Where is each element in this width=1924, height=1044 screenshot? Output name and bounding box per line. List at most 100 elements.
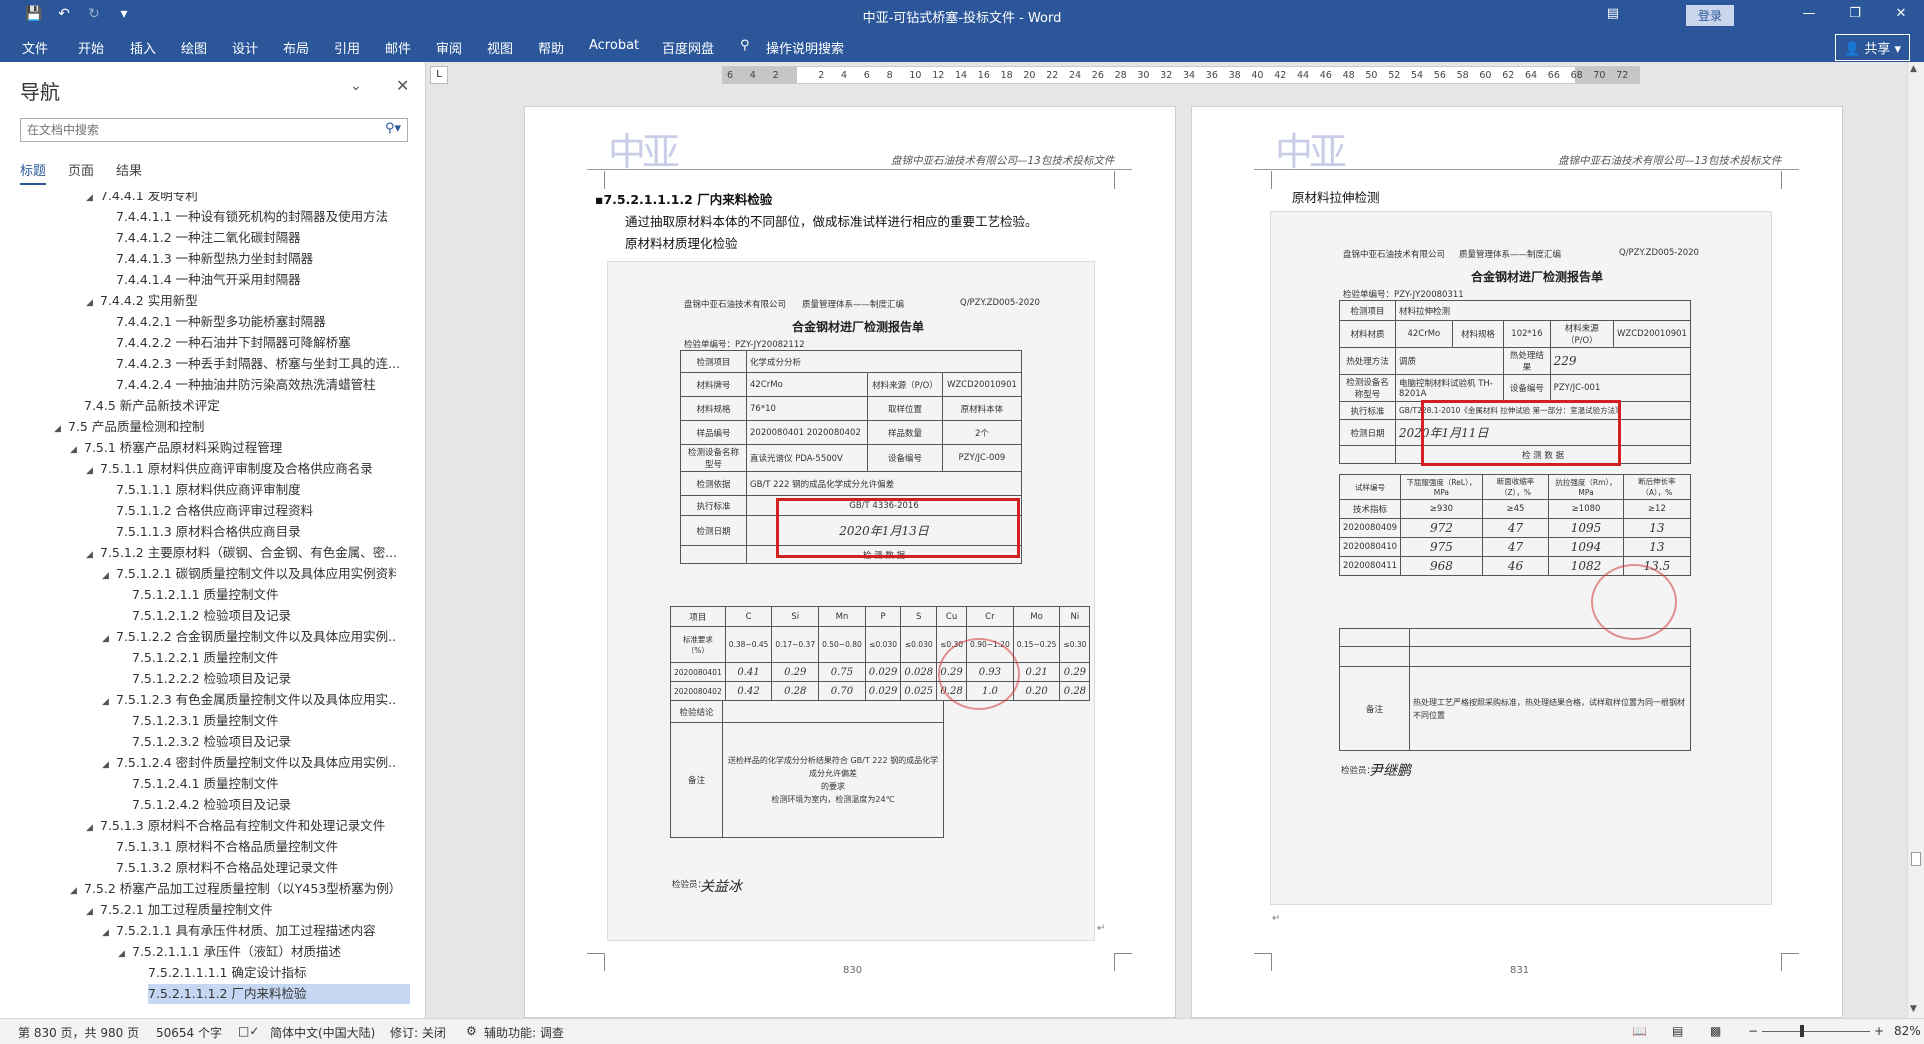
nav-heading-item[interactable]: 7.5.1.2.4.1 质量控制文件 <box>132 774 410 794</box>
body-paragraph[interactable]: 通过抽取原材料本体的不同部位，做成标准试样进行相应的重要工艺检验。 <box>625 211 1038 230</box>
language[interactable]: 简体中文(中国大陆) <box>270 1024 375 1041</box>
nav-heading-item[interactable]: 7.5.1.2.1.2 检验项目及记录 <box>132 606 410 626</box>
chemical-analysis-report-scan[interactable]: 盘锦中亚石油技术有限公司 质量管理体系——制度汇编 Q/PZY.ZD005-20… <box>607 261 1095 941</box>
zoom-out-button[interactable]: − <box>1748 1024 1758 1038</box>
tab-references[interactable]: 引用 <box>334 38 360 57</box>
expand-arrow-icon[interactable]: ◢ <box>102 923 116 941</box>
close-icon[interactable]: ✕ <box>1878 0 1924 30</box>
word-count[interactable]: 50654 个字 <box>156 1024 222 1041</box>
nav-heading-item[interactable]: 7.5.1.2.4.2 检验项目及记录 <box>132 795 410 815</box>
nav-heading-item[interactable]: ◢ 7.5.1.1 原材料供应商评审制度及合格供应商名录 <box>86 459 396 479</box>
nav-heading-item[interactable]: ◢ 7.5.1.2.4 密封件质量控制文件以及具体应用实例... <box>102 753 396 773</box>
expand-arrow-icon[interactable]: ◢ <box>86 545 100 563</box>
nav-heading-item[interactable]: ◢ 7.5.2.1.1.1 承压件（液缸）材质描述 <box>118 942 396 962</box>
print-layout-icon[interactable]: ▤ <box>1672 1024 1683 1038</box>
nav-heading-item[interactable]: 7.5.1.3.1 原材料不合格品质量控制文件 <box>116 837 410 857</box>
scroll-down-icon[interactable]: ▼ <box>1910 1004 1917 1014</box>
expand-arrow-icon[interactable]: ◢ <box>102 566 116 584</box>
nav-heading-item[interactable]: 7.4.4.2.3 一种丢手封隔器、桥塞与坐封工具的连... <box>116 354 410 374</box>
ribbon-display-icon[interactable]: ▤ <box>1607 6 1619 21</box>
nav-heading-item[interactable]: ◢ 7.5.2.1.1 具有承压件材质、加工过程描述内容 <box>102 921 396 941</box>
nav-heading-item[interactable]: 7.5.1.3.2 原材料不合格品处理记录文件 <box>116 858 410 878</box>
track-changes-status[interactable]: 修订: 关闭 <box>390 1024 446 1041</box>
accessibility-status[interactable]: 辅助功能: 调查 <box>484 1024 564 1041</box>
expand-arrow-icon[interactable]: ◢ <box>102 755 116 773</box>
nav-heading-item[interactable]: 7.4.5 新产品新技术评定 <box>84 396 410 416</box>
tab-file[interactable]: 文件 <box>22 38 48 57</box>
nav-heading-item[interactable]: ◢ 7.5.2 桥塞产品加工过程质量控制（以Y453型桥塞为例） <box>70 879 396 899</box>
tab-mailings[interactable]: 邮件 <box>385 38 411 57</box>
expand-arrow-icon[interactable]: ◢ <box>118 944 132 962</box>
body-paragraph[interactable]: 原材料材质理化检验 <box>625 233 738 252</box>
tab-view[interactable]: 视图 <box>487 38 513 57</box>
nav-heading-item[interactable]: ◢ 7.4.4.1 发明专利 <box>86 192 396 206</box>
zoom-slider[interactable] <box>1762 1031 1870 1032</box>
expand-arrow-icon[interactable]: ◢ <box>102 629 116 647</box>
tab-headings[interactable]: 标题 <box>20 160 47 185</box>
nav-heading-item[interactable]: 7.5.2.1.1.1.1 确定设计指标 <box>148 963 410 983</box>
search-input[interactable] <box>21 119 361 141</box>
nav-heading-item[interactable]: 7.4.4.2.2 一种石油井下封隔器可降解桥塞 <box>116 333 410 353</box>
nav-heading-item[interactable]: 7.4.4.1.2 一种注二氧化碳封隔器 <box>116 228 410 248</box>
nav-heading-item[interactable]: ◢ 7.5.1.2.3 有色金属质量控制文件以及具体应用实... <box>102 690 396 710</box>
nav-heading-item[interactable]: 7.5.1.1.3 原材料合格供应商目录 <box>116 522 410 542</box>
nav-heading-item[interactable]: 7.5.1.2.1.1 质量控制文件 <box>132 585 410 605</box>
proofing-icon[interactable]: □✓ <box>238 1024 259 1038</box>
expand-arrow-icon[interactable]: ◢ <box>54 419 68 437</box>
tab-selector[interactable]: L <box>430 66 448 84</box>
nav-heading-item[interactable]: ◢ 7.5.1.2.1 碳钢质量控制文件以及具体应用实例资料 <box>102 564 396 584</box>
tab-design[interactable]: 设计 <box>232 38 258 57</box>
expand-arrow-icon[interactable]: ◢ <box>102 692 116 710</box>
tab-home[interactable]: 开始 <box>78 38 104 57</box>
horizontal-ruler[interactable]: 6 4 2 2 4 6 8 10 12 14 16 18 20 22 24 26 28 30 32 34 36 38 40 4… <box>722 66 1640 84</box>
tab-insert[interactable]: 插入 <box>130 38 156 57</box>
tab-pages[interactable]: 页面 <box>68 160 94 185</box>
share-button[interactable]: 👤 共享 ▾ <box>1834 34 1910 61</box>
body-paragraph[interactable]: 原材料拉伸检测 <box>1292 187 1380 206</box>
tab-draw[interactable]: 绘图 <box>181 38 207 57</box>
nav-heading-item[interactable]: ◢ 7.4.4.2 实用新型 <box>86 291 396 311</box>
nav-heading-item[interactable]: 7.4.4.1.1 一种设有锁死机构的封隔器及使用方法 <box>116 207 410 227</box>
scroll-thumb[interactable] <box>1911 852 1921 866</box>
minimize-icon[interactable]: — <box>1786 0 1832 30</box>
nav-heading-item[interactable]: 7.5.1.2.2.1 质量控制文件 <box>132 648 410 668</box>
nav-heading-item[interactable]: 7.5.1.1.2 合格供应商评审过程资料 <box>116 501 410 521</box>
tensile-test-report-scan[interactable]: 盘锦中亚石油技术有限公司 质量管理体系——制度汇编 Q/PZY.ZD005-20… <box>1270 211 1772 905</box>
expand-arrow-icon[interactable]: ◢ <box>70 440 84 458</box>
zoom-slider-thumb[interactable] <box>1800 1025 1804 1037</box>
expand-arrow-icon[interactable]: ◢ <box>86 818 100 836</box>
expand-arrow-icon[interactable]: ◢ <box>86 461 100 479</box>
tab-acrobat[interactable]: Acrobat <box>589 38 639 53</box>
nav-heading-item[interactable]: 7.5.1.2.2.2 检验项目及记录 <box>132 669 410 689</box>
read-mode-icon[interactable]: 📖 <box>1632 1024 1647 1038</box>
nav-heading-item[interactable]: ◢ 7.5.1 桥塞产品原材料采购过程管理 <box>70 438 396 458</box>
expand-arrow-icon[interactable]: ◢ <box>86 902 100 920</box>
nav-heading-item[interactable]: 7.4.4.1.3 一种新型热力坐封封隔器 <box>116 249 410 269</box>
tab-layout[interactable]: 布局 <box>283 38 309 57</box>
nav-heading-item[interactable]: 7.5.1.2.3.1 质量控制文件 <box>132 711 410 731</box>
nav-heading-item[interactable]: 7.4.4.1.4 一种油气开采用封隔器 <box>116 270 410 290</box>
tab-results[interactable]: 结果 <box>116 160 142 185</box>
web-layout-icon[interactable]: ▩ <box>1710 1024 1721 1038</box>
nav-heading-item[interactable]: 7.5.1.1.1 原材料供应商评审制度 <box>116 480 410 500</box>
nav-heading-item[interactable]: 7.5.1.2.3.2 检验项目及记录 <box>132 732 410 752</box>
tab-baidu[interactable]: 百度网盘 <box>662 38 714 57</box>
page-count[interactable]: 第 830 页，共 980 页 <box>18 1024 139 1041</box>
heading-7-5-2-1-1-1-2[interactable]: ▪7.5.2.1.1.1.2 厂内来料检验 <box>595 189 772 208</box>
nav-heading-item[interactable]: 7.4.4.2.1 一种新型多功能桥塞封隔器 <box>116 312 410 332</box>
login-button[interactable]: 登录 <box>1685 5 1734 26</box>
expand-arrow-icon[interactable]: ◢ <box>86 293 100 311</box>
nav-heading-item[interactable]: 7.5.2.1.1.1.2 厂内来料检验 <box>148 984 410 1004</box>
nav-heading-item[interactable]: ◢ 7.5.2.1 加工过程质量控制文件 <box>86 900 396 920</box>
nav-heading-item[interactable]: ◢ 7.5.1.2 主要原材料（碳钢、合金钢、有色金属、密... <box>86 543 396 563</box>
tab-help[interactable]: 帮助 <box>538 38 564 57</box>
expand-arrow-icon[interactable]: ◢ <box>86 192 100 206</box>
zoom-in-button[interactable]: + <box>1874 1024 1884 1038</box>
search-icon[interactable]: ⚲▾ <box>385 121 401 136</box>
nav-heading-item[interactable]: ◢ 7.5 产品质量检测和控制 <box>54 417 396 437</box>
close-icon[interactable]: ✕ <box>396 76 409 95</box>
restore-icon[interactable]: ❐ <box>1832 0 1878 30</box>
nav-heading-item[interactable]: 7.4.4.2.4 一种抽油井防污染高效热洗清蜡管柱 <box>116 375 410 395</box>
chevron-down-icon[interactable]: ⌄ <box>350 78 362 94</box>
nav-heading-item[interactable]: ◢ 7.5.1.3 原材料不合格品有控制文件和处理记录文件 <box>86 816 396 836</box>
